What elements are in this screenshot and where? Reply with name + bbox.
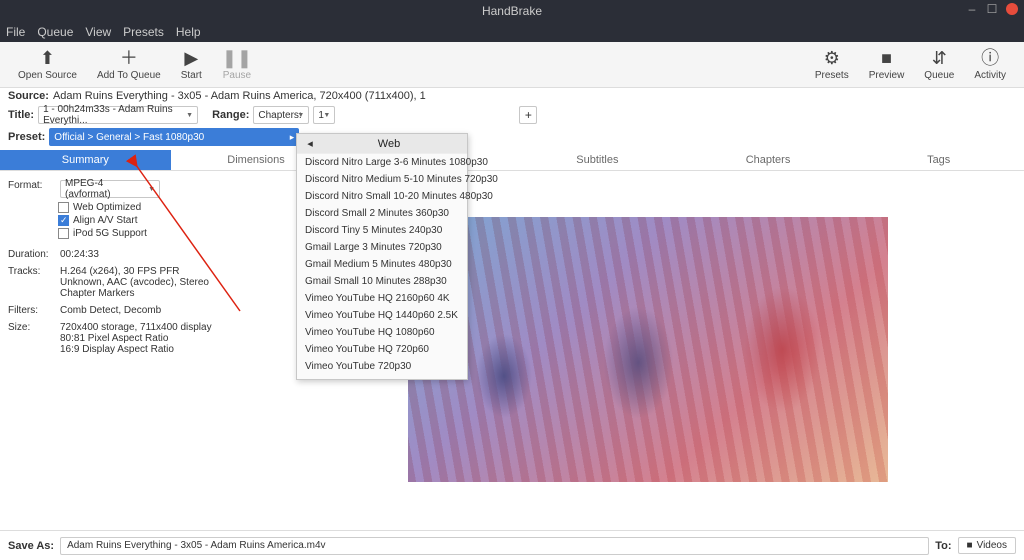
- align-av-checkbox[interactable]: [58, 215, 69, 226]
- preview-button[interactable]: ■Preview: [859, 46, 915, 83]
- titlebar: HandBrake – ☐: [0, 0, 1024, 22]
- minimize-button[interactable]: –: [966, 3, 978, 15]
- close-button[interactable]: [1006, 3, 1018, 15]
- toolbar: ⬆Open Source ＋Add To Queue ▶Start ❚❚Paus…: [0, 42, 1024, 88]
- title-label: Title:: [8, 109, 34, 121]
- queue-icon: ⇵: [932, 48, 947, 68]
- queue-button[interactable]: ⇵Queue: [914, 46, 964, 83]
- menu-view[interactable]: View: [85, 25, 111, 39]
- open-source-button[interactable]: ⬆Open Source: [8, 46, 87, 83]
- preset-submenu: ◂ Web Discord Nitro Large 3-6 Minutes 10…: [296, 133, 468, 380]
- preset-option[interactable]: Gmail Medium 5 Minutes 480p30: [297, 256, 467, 273]
- preset-option[interactable]: Vimeo YouTube HQ 1440p60 2.5K: [297, 307, 467, 324]
- filters-value: Comb Detect, Decomb: [60, 305, 161, 316]
- duration-label: Duration:: [8, 249, 52, 260]
- start-button[interactable]: ▶Start: [171, 46, 212, 83]
- preset-option[interactable]: Discord Nitro Medium 5-10 Minutes 720p30: [297, 171, 467, 188]
- tab-summary[interactable]: Summary: [0, 150, 171, 170]
- pause-button[interactable]: ❚❚Pause: [212, 46, 262, 83]
- submenu-title: Web: [317, 138, 461, 150]
- preset-option[interactable]: Vimeo YouTube 720p30: [297, 358, 467, 375]
- upload-icon: ⬆: [40, 48, 55, 68]
- plus-icon: ＋: [120, 48, 138, 68]
- preset-option[interactable]: Discord Nitro Large 3-6 Minutes 1080p30: [297, 154, 467, 171]
- filters-label: Filters:: [8, 305, 52, 316]
- footer: Save As: Adam Ruins Everything - 3x05 - …: [0, 530, 1024, 560]
- preset-option[interactable]: Vimeo YouTube HQ 1080p60: [297, 324, 467, 341]
- preview-pane: [408, 217, 888, 482]
- destination-button[interactable]: ■Videos: [958, 537, 1016, 554]
- preset-option[interactable]: Discord Nitro Small 10-20 Minutes 480p30: [297, 188, 467, 205]
- source-value: Adam Ruins Everything - 3x05 - Adam Ruin…: [53, 90, 426, 102]
- saveas-input[interactable]: Adam Ruins Everything - 3x05 - Adam Ruin…: [60, 537, 929, 555]
- tracks-value: H.264 (x264), 30 FPS PFR Unknown, AAC (a…: [60, 266, 209, 299]
- range-from-select[interactable]: 1: [313, 106, 335, 124]
- window-title: HandBrake: [0, 4, 1024, 18]
- source-label: Source:: [8, 90, 49, 102]
- preset-option[interactable]: Discord Tiny 5 Minutes 240p30: [297, 222, 467, 239]
- range-plus-button[interactable]: +: [519, 106, 537, 124]
- submenu-back-icon[interactable]: ◂: [303, 137, 317, 150]
- format-label: Format:: [8, 180, 52, 198]
- camera-icon: ■: [881, 48, 892, 68]
- activity-button[interactable]: ⓘActivity: [964, 46, 1016, 83]
- menu-queue[interactable]: Queue: [37, 25, 73, 39]
- folder-icon: ■: [967, 540, 973, 551]
- preset-option[interactable]: Discord Small 2 Minutes 360p30: [297, 205, 467, 222]
- preset-option[interactable]: Gmail Large 3 Minutes 720p30: [297, 239, 467, 256]
- menu-help[interactable]: Help: [176, 25, 201, 39]
- tab-tags[interactable]: Tags: [853, 150, 1024, 170]
- preset-label: Preset:: [8, 131, 45, 143]
- size-value: 720x400 storage, 711x400 display 80:81 P…: [60, 322, 212, 355]
- format-select[interactable]: MPEG-4 (avformat): [60, 180, 160, 198]
- gear-icon: ⚙: [824, 48, 840, 68]
- menu-presets[interactable]: Presets: [123, 25, 164, 39]
- preset-option[interactable]: Vimeo YouTube HQ 720p60: [297, 341, 467, 358]
- web-optimized-checkbox[interactable]: [58, 202, 69, 213]
- preset-option[interactable]: Gmail Small 10 Minutes 288p30: [297, 273, 467, 290]
- play-icon: ▶: [184, 48, 198, 68]
- maximize-button[interactable]: ☐: [986, 3, 998, 15]
- menu-file[interactable]: File: [6, 25, 25, 39]
- preset-select[interactable]: Official > General > Fast 1080p30: [49, 128, 299, 146]
- range-label: Range:: [212, 109, 249, 121]
- menubar: File Queue View Presets Help: [0, 22, 1024, 42]
- tabs: Summary Dimensions Audio Subtitles Chapt…: [0, 150, 1024, 171]
- duration-value: 00:24:33: [60, 249, 99, 260]
- ipod-checkbox[interactable]: [58, 228, 69, 239]
- presets-button[interactable]: ⚙Presets: [805, 46, 859, 83]
- tab-chapters[interactable]: Chapters: [683, 150, 854, 170]
- info-icon: ⓘ: [981, 48, 999, 68]
- range-type-select[interactable]: Chapters:: [253, 106, 309, 124]
- saveas-label: Save As:: [8, 540, 54, 552]
- add-queue-button[interactable]: ＋Add To Queue: [87, 46, 171, 83]
- title-select[interactable]: 1 - 00h24m33s - Adam Ruins Everythi...: [38, 106, 198, 124]
- pause-icon: ❚❚: [222, 48, 252, 68]
- preset-option[interactable]: Vimeo YouTube HQ 2160p60 4K: [297, 290, 467, 307]
- to-label: To:: [935, 540, 951, 552]
- tab-subtitles[interactable]: Subtitles: [512, 150, 683, 170]
- tracks-label: Tracks:: [8, 266, 52, 299]
- size-label: Size:: [8, 322, 52, 355]
